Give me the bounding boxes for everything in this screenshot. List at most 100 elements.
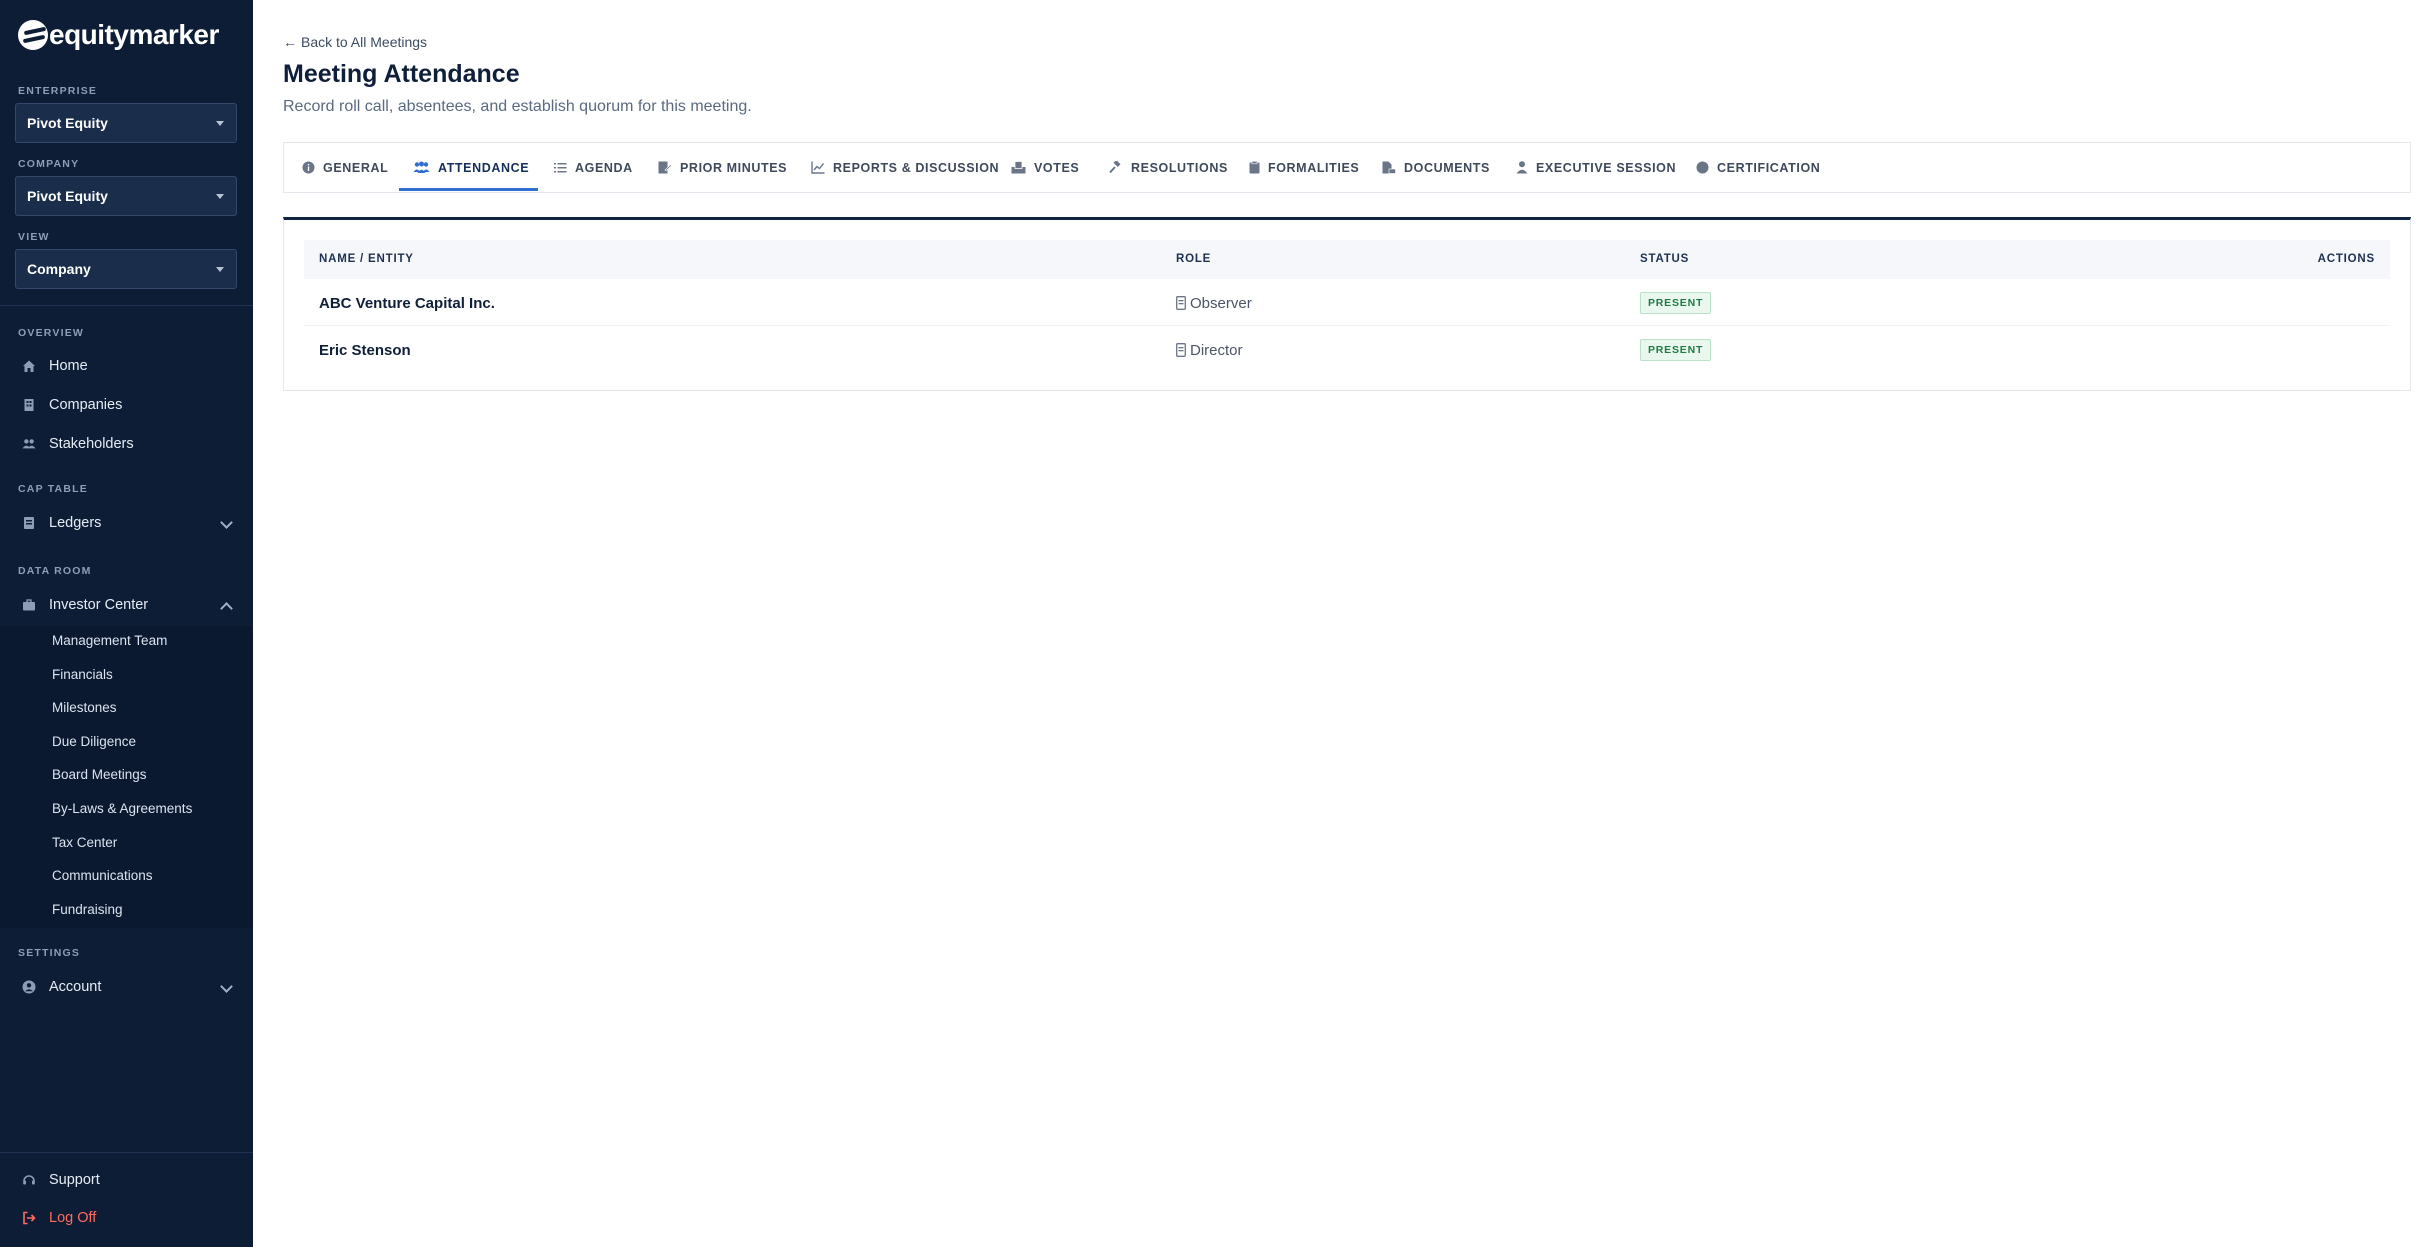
users-icon xyxy=(22,437,36,451)
tab-documents[interactable]: DOCUMENTS xyxy=(1382,143,1490,192)
sidebar-item-investor-center[interactable]: Investor Center xyxy=(0,587,253,623)
briefcase-icon xyxy=(22,598,36,612)
gavel-icon xyxy=(1109,161,1123,174)
user-circle-icon xyxy=(22,980,36,994)
clipboard-icon xyxy=(1249,161,1260,174)
table-header: NAME / ENTITY ROLE STATUS ACTIONS xyxy=(304,240,2390,279)
brand-name: equitymarker xyxy=(49,19,219,50)
view-label: VIEW xyxy=(18,231,50,243)
submenu-item-milestones[interactable]: Milestones xyxy=(52,698,117,718)
sidebar-item-companies[interactable]: Companies xyxy=(0,387,253,423)
tab-reports-discussion[interactable]: REPORTS & DISCUSSION xyxy=(811,143,999,192)
certificate-icon xyxy=(1696,161,1709,174)
sidebar-item-label: Stakeholders xyxy=(49,436,134,452)
ballot-box-icon xyxy=(1011,161,1026,174)
submenu-item-communications[interactable]: Communications xyxy=(52,866,153,886)
caret-down-icon xyxy=(216,267,224,272)
building-icon xyxy=(22,398,36,412)
sidebar-item-ledgers[interactable]: Ledgers xyxy=(0,505,253,541)
id-badge-icon xyxy=(1176,343,1186,357)
status-cell: PRESENT xyxy=(1640,327,1712,373)
column-header-name[interactable]: NAME / ENTITY xyxy=(319,240,414,279)
list-icon xyxy=(554,162,567,174)
column-header-role[interactable]: ROLE xyxy=(1176,240,1211,279)
tab-executive-session[interactable]: EXECUTIVE SESSION xyxy=(1516,143,1676,192)
tab-label: GENERAL xyxy=(323,160,389,175)
status-badge: PRESENT xyxy=(1640,339,1712,361)
page-subtitle: Record roll call, absentees, and establi… xyxy=(283,98,752,115)
submenu-item-bylaws-agreements[interactable]: By-Laws & Agreements xyxy=(52,799,192,819)
attendee-role: Director xyxy=(1176,327,1243,373)
submenu-item-tax-center[interactable]: Tax Center xyxy=(52,833,117,853)
tab-label: DOCUMENTS xyxy=(1404,160,1490,175)
chevron-up-icon xyxy=(220,602,233,615)
table-row[interactable]: ABC Venture Capital Inc. Observer PRESEN… xyxy=(304,280,2390,326)
tab-label: ATTENDANCE xyxy=(438,160,530,175)
submenu-item-board-meetings[interactable]: Board Meetings xyxy=(52,765,147,785)
caret-down-icon xyxy=(216,121,224,126)
tab-votes[interactable]: VOTES xyxy=(1011,143,1079,192)
ledger-icon xyxy=(22,516,36,530)
sidebar-item-logoff[interactable]: Log Off xyxy=(0,1200,253,1236)
arrow-left-icon: ← xyxy=(283,34,297,50)
role-label: Director xyxy=(1190,341,1243,359)
data-room-label: DATA ROOM xyxy=(18,565,92,577)
attendee-name: Eric Stenson xyxy=(319,341,411,359)
sidebar-item-label: Support xyxy=(49,1172,100,1188)
chevron-down-icon xyxy=(220,980,233,993)
overview-label: OVERVIEW xyxy=(18,327,85,339)
caret-down-icon xyxy=(216,194,224,199)
tab-label: PRIOR MINUTES xyxy=(680,160,788,175)
tab-certification[interactable]: CERTIFICATION xyxy=(1696,143,1820,192)
sidebar-item-label: Companies xyxy=(49,397,123,413)
attendance-table: NAME / ENTITY ROLE STATUS ACTIONS ABC Ve… xyxy=(283,217,2411,391)
sidebar-item-stakeholders[interactable]: Stakeholders xyxy=(0,426,253,462)
view-select[interactable]: Company xyxy=(15,249,237,289)
submenu-item-fundraising[interactable]: Fundraising xyxy=(52,900,123,920)
tab-label: CERTIFICATION xyxy=(1717,160,1821,175)
tab-label: EXECUTIVE SESSION xyxy=(1536,160,1677,175)
cap-table-label: CAP TABLE xyxy=(18,483,88,495)
chevron-down-icon xyxy=(220,516,233,529)
tab-prior-minutes[interactable]: PRIOR MINUTES xyxy=(658,143,787,192)
page-title: Meeting Attendance xyxy=(283,60,520,88)
company-select[interactable]: Pivot Equity xyxy=(15,176,237,216)
table-row[interactable]: Eric Stenson Director PRESENT xyxy=(304,327,2390,373)
sidebar-item-home[interactable]: Home xyxy=(0,348,253,384)
enterprise-select[interactable]: Pivot Equity xyxy=(15,103,237,143)
tab-general[interactable]: GENERAL xyxy=(302,143,388,192)
brand-logo[interactable]: equitymarker xyxy=(18,18,219,52)
tab-label: REPORTS & DISCUSSION xyxy=(833,160,1000,175)
sidebar-item-label: Log Off xyxy=(49,1210,97,1226)
company-label: COMPANY xyxy=(18,158,80,170)
back-to-meetings-link[interactable]: ← Back to All Meetings xyxy=(283,34,427,50)
sidebar-item-label: Investor Center xyxy=(49,597,149,613)
sidebar-divider xyxy=(0,1152,253,1153)
sidebar: equitymarker ENTERPRISE Pivot Equity COM… xyxy=(0,0,253,1247)
tab-resolutions[interactable]: RESOLUTIONS xyxy=(1109,143,1228,192)
back-link-label: Back to All Meetings xyxy=(301,34,428,50)
file-edit-icon xyxy=(658,161,672,174)
tab-label: VOTES xyxy=(1034,160,1080,175)
sidebar-item-support[interactable]: Support xyxy=(0,1162,253,1198)
column-header-status[interactable]: STATUS xyxy=(1640,240,1689,279)
company-select-value: Pivot Equity xyxy=(27,188,108,204)
tab-formalities[interactable]: FORMALITIES xyxy=(1249,143,1359,192)
status-badge: PRESENT xyxy=(1640,292,1712,314)
tab-attendance[interactable]: ATTENDANCE xyxy=(413,143,529,192)
home-icon xyxy=(22,359,36,373)
submenu-item-financials[interactable]: Financials xyxy=(52,665,113,685)
logo-mark-icon xyxy=(18,20,48,50)
file-icon xyxy=(1382,161,1396,174)
sidebar-item-label: Ledgers xyxy=(49,515,102,531)
submenu-item-due-diligence[interactable]: Due Diligence xyxy=(52,732,136,752)
attendee-name: ABC Venture Capital Inc. xyxy=(319,294,495,312)
active-tab-indicator xyxy=(399,188,538,191)
submenu-item-management-team[interactable]: Management Team xyxy=(52,631,167,651)
sidebar-item-account[interactable]: Account xyxy=(0,969,253,1005)
user-tie-icon xyxy=(1516,161,1528,174)
tab-agenda[interactable]: AGENDA xyxy=(554,143,633,192)
logout-icon xyxy=(22,1211,36,1225)
enterprise-select-value: Pivot Equity xyxy=(27,115,108,131)
headset-icon xyxy=(22,1173,36,1187)
